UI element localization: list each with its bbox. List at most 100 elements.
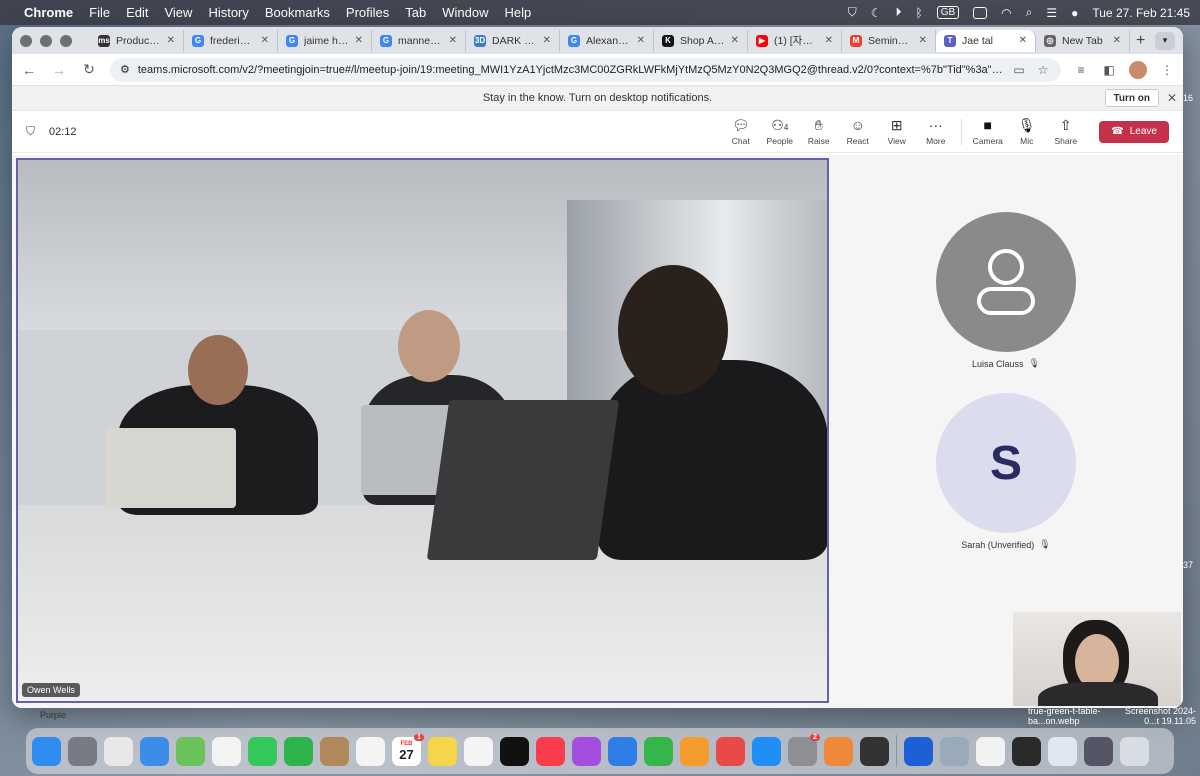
participant-tile-sarah[interactable]: S Sarah (Unverified) 🎙︎	[936, 393, 1076, 550]
bluetooth-icon[interactable]: ᛒ	[915, 6, 922, 20]
dock-keynote-icon[interactable]	[608, 736, 637, 766]
control-center-icon[interactable]: ☰	[1046, 6, 1057, 20]
dock-recent-file-icon[interactable]	[1048, 736, 1077, 766]
browser-tab[interactable]: K Shop All K ✕	[654, 29, 748, 52]
browser-tab[interactable]: Gjaime hayo ✕	[278, 29, 372, 52]
minimize-window-button[interactable]	[40, 34, 52, 47]
dock-appstore-icon[interactable]	[752, 736, 781, 766]
recording-icon[interactable]: ●	[1071, 6, 1078, 20]
zoom-window-button[interactable]	[60, 34, 72, 47]
react-button[interactable]: ☺ React	[838, 117, 877, 146]
dock-autodesk-icon[interactable]	[716, 736, 745, 766]
browser-tab[interactable]: ◎ New Tab ✕	[1036, 29, 1130, 52]
desktop-file-label[interactable]: Screenshot 2024-0...t 19.11.05	[1120, 706, 1196, 726]
dock-trash-icon[interactable]	[1120, 736, 1149, 766]
leave-button[interactable]: ☎ Leave	[1099, 120, 1169, 143]
dock-messages-icon[interactable]	[248, 736, 277, 766]
dock-zbrush-icon[interactable]	[860, 736, 889, 766]
browser-tab[interactable]: Gmannequin ✕	[372, 29, 466, 52]
profile-avatar[interactable]	[1129, 60, 1147, 79]
browser-tab[interactable]: ms Product Se ✕	[90, 29, 184, 52]
view-button[interactable]: ⊞ View	[877, 117, 916, 146]
dock-launchpad-icon[interactable]	[68, 736, 97, 766]
tab-close-icon[interactable]: ✕	[261, 35, 269, 46]
menu-bookmarks[interactable]: Bookmarks	[265, 5, 330, 20]
dock-chrome-icon[interactable]	[104, 736, 133, 766]
browser-tab[interactable]: ▶ (1) [자막뉴스 ✕	[748, 29, 842, 52]
dock-reminders-icon[interactable]	[356, 736, 385, 766]
site-info-icon[interactable]: ⚙	[120, 63, 130, 76]
more-button[interactable]: ··· More	[916, 117, 955, 146]
menu-app[interactable]: Chrome	[24, 5, 73, 20]
menu-window[interactable]: Window	[442, 5, 488, 20]
tab-close-icon[interactable]: ✕	[919, 35, 927, 46]
wifi-icon[interactable]: ◠	[1001, 6, 1011, 20]
menu-help[interactable]: Help	[505, 5, 532, 20]
tab-close-icon[interactable]: ✕	[825, 35, 833, 46]
self-view-tile[interactable]	[1013, 612, 1181, 706]
bookmark-star-icon[interactable]: ☆	[1035, 63, 1051, 77]
menu-file[interactable]: File	[89, 5, 110, 20]
new-tab-button[interactable]: +	[1136, 32, 1145, 50]
mic-button[interactable]: 🎙︎ Mic	[1007, 117, 1046, 146]
tab-close-icon[interactable]: ✕	[637, 35, 645, 46]
moon-icon[interactable]: ☾	[871, 6, 882, 20]
tab-close-icon[interactable]: ✕	[731, 35, 739, 46]
dock-music-icon[interactable]	[536, 736, 565, 766]
menu-view[interactable]: View	[164, 5, 192, 20]
forward-arrow-icon[interactable]: →	[50, 62, 68, 78]
dock-recent-file-icon[interactable]	[1084, 736, 1113, 766]
chat-button[interactable]: 💬︎ Chat	[721, 117, 760, 146]
reload-icon[interactable]: ↻	[80, 61, 98, 78]
menu-history[interactable]: History	[208, 5, 248, 20]
media-controls-icon[interactable]: ≡	[1073, 63, 1089, 77]
dock-notes-icon[interactable]	[428, 736, 457, 766]
dock-teams-alt-icon[interactable]	[904, 736, 933, 766]
battery-icon[interactable]	[973, 6, 988, 19]
tab-close-icon[interactable]: ✕	[449, 35, 457, 46]
menubar-clock[interactable]: Tue 27. Feb 21:45	[1092, 6, 1190, 20]
dock-settings-icon[interactable]: 2	[788, 733, 820, 766]
shield-status-icon[interactable]: ⛉	[848, 5, 857, 20]
menu-tab[interactable]: Tab	[405, 5, 426, 20]
raise-hand-button[interactable]: ✋︎ Raise	[799, 117, 838, 146]
dock-facetime-icon[interactable]	[284, 736, 313, 766]
play-icon[interactable]: ⏵	[895, 5, 901, 20]
side-panel-icon[interactable]: ◧	[1101, 63, 1117, 77]
dock-finder-icon[interactable]	[32, 736, 61, 766]
turn-on-button[interactable]: Turn on	[1104, 89, 1159, 107]
browser-tab[interactable]: G Alexander ✕	[560, 29, 654, 52]
menu-profiles[interactable]: Profiles	[346, 5, 389, 20]
browser-tab[interactable]: Gfrederik he ✕	[184, 29, 278, 52]
people-button[interactable]: ⚇4 People	[760, 117, 799, 146]
browser-tab[interactable]: T Jae tal ✕	[936, 29, 1036, 52]
dock-maps-icon[interactable]	[176, 736, 205, 766]
back-arrow-icon[interactable]: ←	[20, 62, 38, 78]
tab-close-icon[interactable]: ✕	[1113, 35, 1121, 46]
dock-tv-icon[interactable]	[500, 736, 529, 766]
participant-tile-luisa[interactable]: Luisa Clauss 🎙︎	[936, 212, 1076, 369]
camera-button[interactable]: ■ Camera	[968, 117, 1007, 146]
close-window-button[interactable]	[20, 34, 32, 47]
tab-close-icon[interactable]: ✕	[167, 35, 175, 46]
tab-close-icon[interactable]: ✕	[543, 35, 551, 46]
dock-recent-file-icon[interactable]	[1012, 736, 1041, 766]
shield-icon[interactable]: ⛉	[26, 124, 35, 139]
tab-search-button[interactable]: ▾	[1155, 31, 1175, 50]
browser-tab[interactable]: 3D DARK ROO ✕	[466, 29, 560, 52]
dock-freeform-icon[interactable]	[464, 736, 493, 766]
menu-edit[interactable]: Edit	[126, 5, 148, 20]
close-icon[interactable]: ✕	[1167, 91, 1177, 105]
share-button[interactable]: ⇧ Share	[1046, 117, 1085, 146]
camera-indicator-icon[interactable]: ▭	[1011, 63, 1027, 77]
keyboard-layout-badge[interactable]: GB	[936, 6, 960, 19]
dock-mail-icon[interactable]	[140, 736, 169, 766]
desktop-file-label[interactable]: true-green-t-table-ba...on.webp	[1028, 706, 1118, 726]
dock-pages-icon[interactable]	[680, 736, 709, 766]
tab-close-icon[interactable]: ✕	[355, 35, 363, 46]
spotlight-icon[interactable]: ⌕	[1026, 5, 1033, 20]
dock-numbers-icon[interactable]	[644, 736, 673, 766]
main-video-tile[interactable]: Owen Wells	[16, 158, 829, 703]
dock-podcasts-icon[interactable]	[572, 736, 601, 766]
tab-close-icon[interactable]: ✕	[1019, 35, 1027, 46]
